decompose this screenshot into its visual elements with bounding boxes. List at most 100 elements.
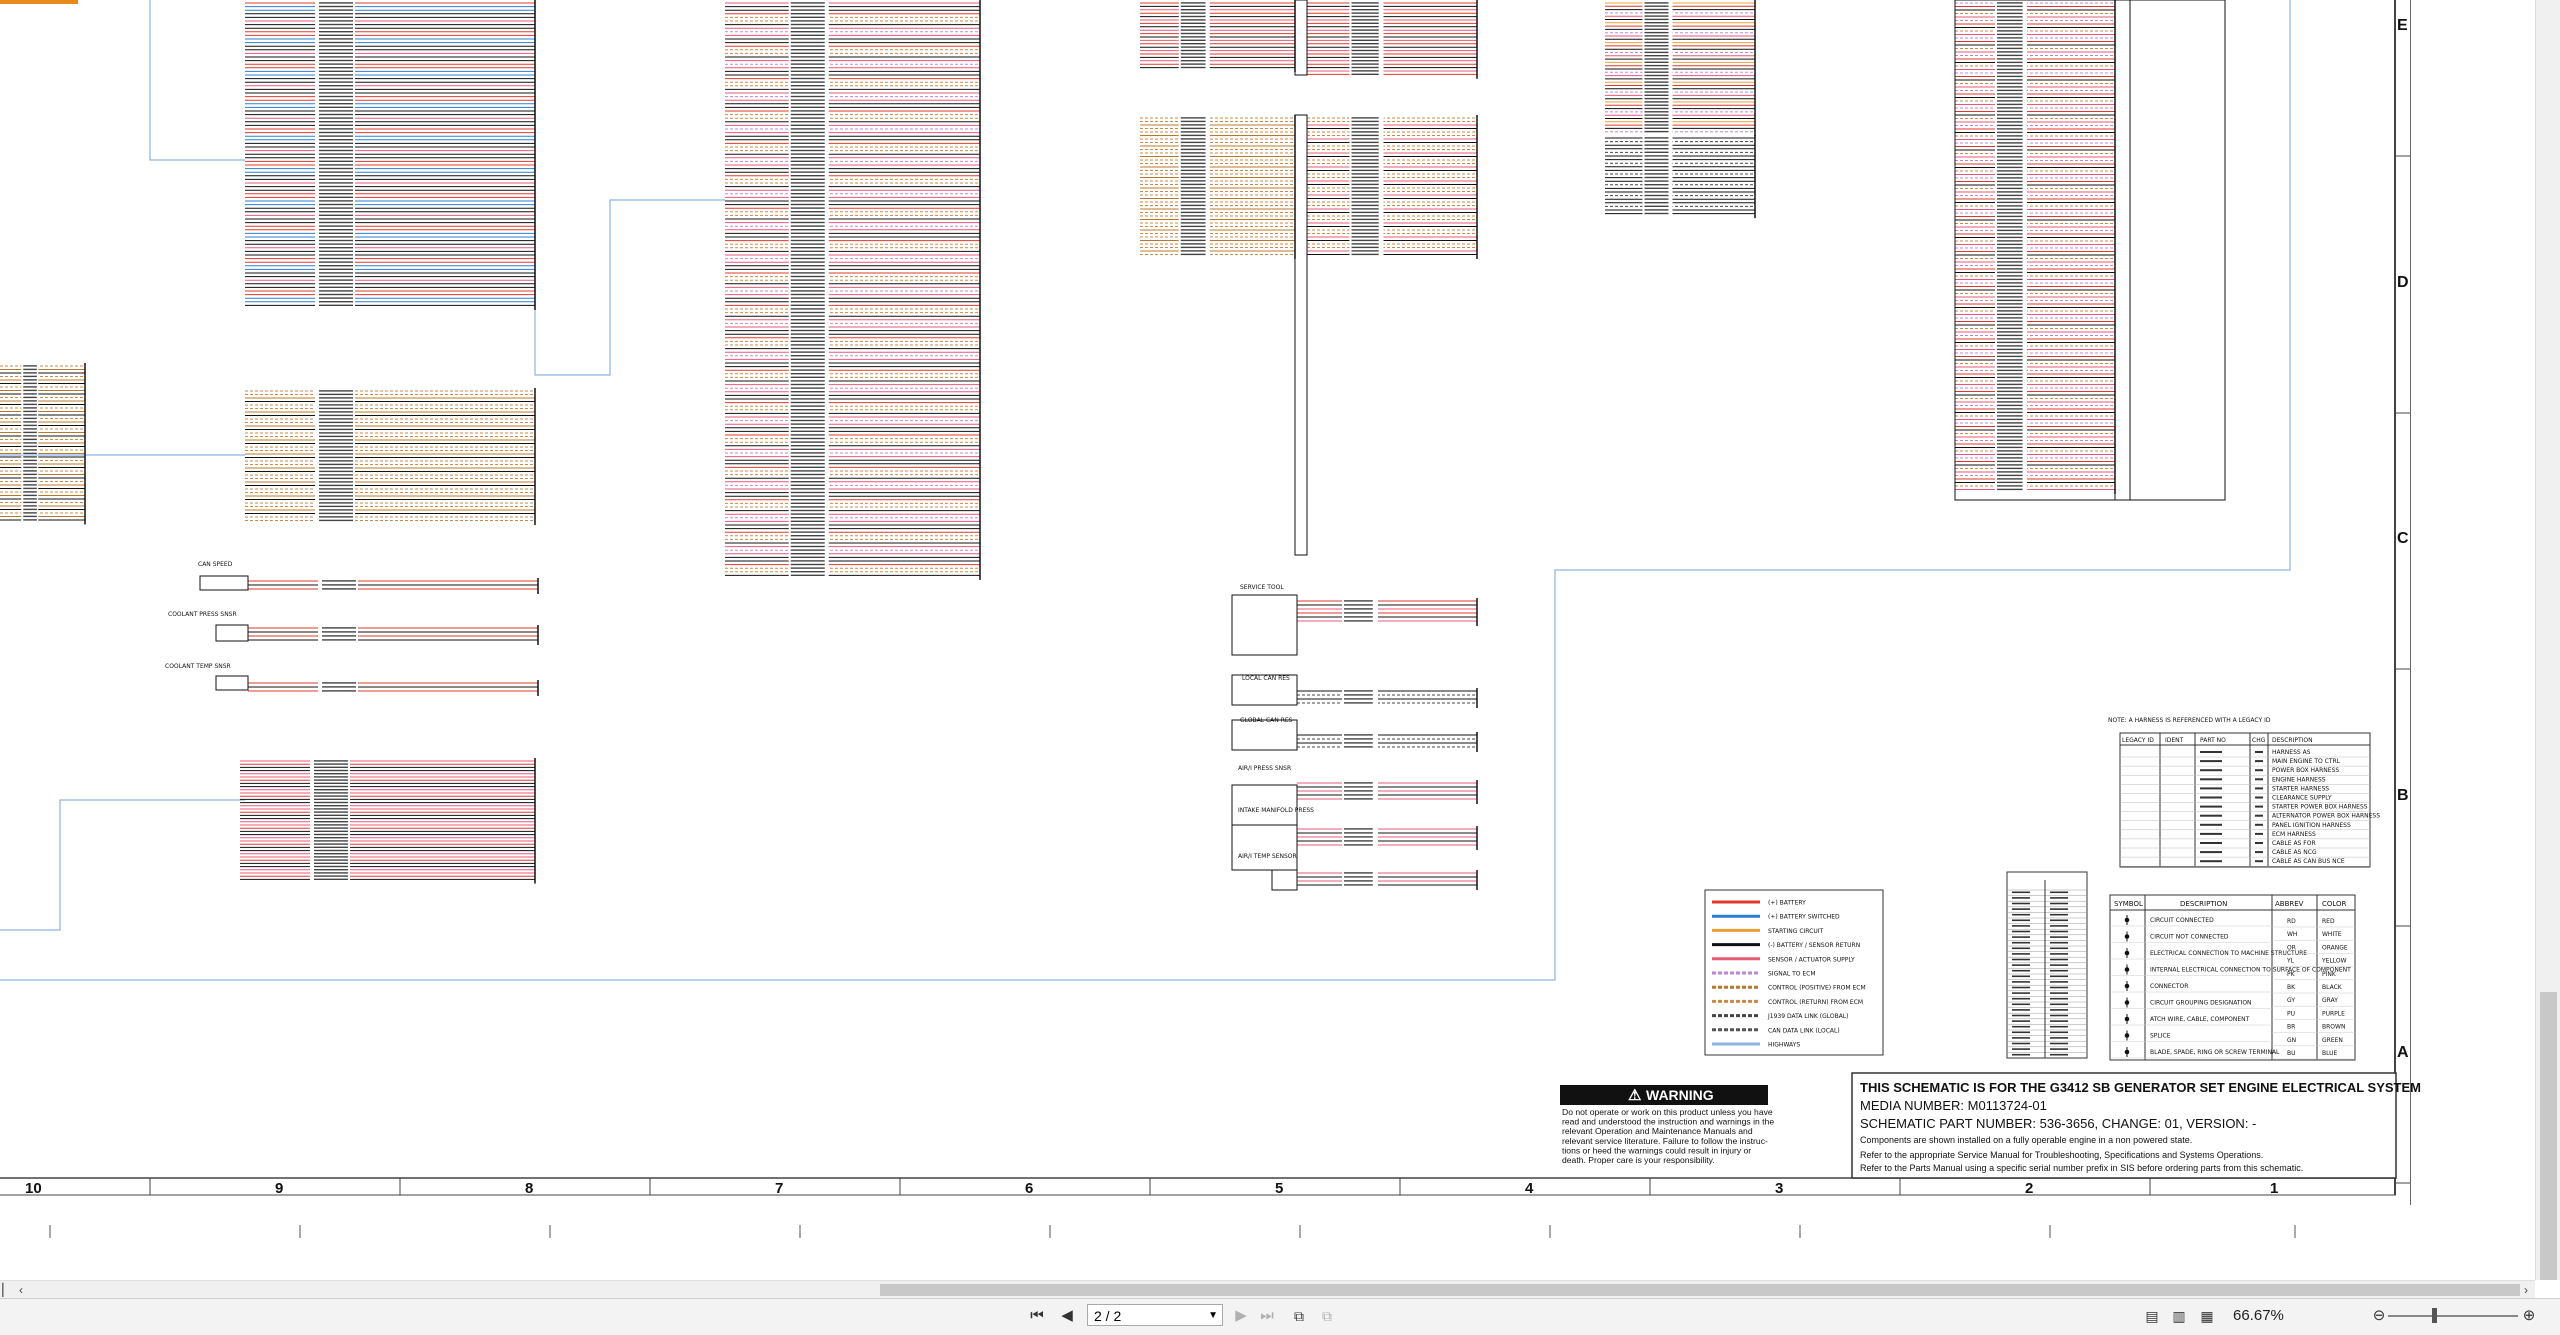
continuous-view-icon[interactable]: ▥: [2170, 1305, 2188, 1327]
wire-label: [790, 347, 825, 350]
wire-label: [1351, 148, 1379, 151]
wire-label: [1180, 46, 1206, 48]
wire-label: [790, 383, 825, 386]
wire-label: [790, 95, 825, 98]
wire-label: [322, 627, 356, 629]
two-page-view-icon[interactable]: ▦: [2198, 1305, 2216, 1327]
wire-label: [1351, 32, 1379, 35]
wire-label: [790, 211, 825, 213]
scroll-right-icon[interactable]: ›: [2519, 1281, 2533, 1299]
wire-label: [319, 229, 353, 231]
document-viewport[interactable]: CAN SPEED COOLANT PRESS SNSR COOLANT TEM…: [0, 0, 2535, 1280]
wire-label: [314, 856, 348, 858]
wire-size-cell: [2050, 1048, 2068, 1050]
wire-label: [790, 13, 825, 15]
wire-label: [1644, 176, 1669, 179]
horizontal-scroll-thumb[interactable]: [880, 1284, 2520, 1296]
wire-label: [23, 445, 37, 448]
wire-label: [790, 196, 825, 198]
wire-label: [1644, 209, 1669, 211]
wire-label: [1351, 12, 1379, 14]
wire-label: [1997, 40, 2023, 43]
harness-part-cell: [2200, 787, 2222, 790]
wire-label: [1180, 232, 1206, 235]
fit-page-icon[interactable]: ⧉: [1290, 1305, 1308, 1327]
zoom-out-icon[interactable]: ⊖: [2370, 1305, 2388, 1327]
wire-label: [1344, 790, 1373, 792]
wire-label: [1180, 236, 1206, 238]
wire-size-cell: [2050, 1042, 2068, 1045]
scroll-left-bar-icon[interactable]: ▏: [0, 1281, 14, 1299]
wire-label: [1180, 53, 1206, 55]
wire-bundle: [1307, 0, 1478, 79]
zoom-slider[interactable]: [2388, 1315, 2518, 1317]
wire-label: [1180, 145, 1206, 147]
wire-label: [1997, 383, 2023, 386]
wire-label: [1351, 211, 1379, 214]
wire-label: [1180, 36, 1206, 38]
vertical-scroll-thumb[interactable]: [2540, 992, 2557, 1280]
chevron-down-icon[interactable]: ▼: [1208, 1305, 1218, 1327]
wire-bundle: [1955, 0, 2116, 494]
fit-width-icon[interactable]: ⧉: [1318, 1305, 1336, 1327]
part-no-header: PART NO: [2200, 737, 2226, 744]
zoom-slider-handle[interactable]: [2432, 1308, 2437, 1323]
wire-label: [790, 23, 825, 26]
wire-size-cell: [2012, 1037, 2030, 1039]
wire-bundle: [1297, 826, 1478, 850]
wire-label: [1644, 205, 1669, 207]
warning-text-line: read and understood the instruction and …: [1562, 1117, 1774, 1127]
last-page-icon[interactable]: ⏭: [1258, 1305, 1276, 1327]
zoom-in-icon[interactable]: ⊕: [2520, 1305, 2538, 1327]
wire-label: [790, 283, 825, 285]
wire-label: [1351, 60, 1379, 62]
wire-size-cell: [2050, 1031, 2068, 1034]
zoom-level[interactable]: 66.67%: [2233, 1307, 2284, 1324]
wire-label: [319, 498, 353, 501]
horizontal-scrollbar[interactable]: ▏ ‹ ›: [0, 1280, 2535, 1299]
first-page-icon[interactable]: ⏮: [1028, 1305, 1046, 1327]
wire-label: [1644, 41, 1669, 44]
wire-label: [790, 182, 825, 184]
wire-label: [1180, 187, 1206, 189]
wire-label: [790, 473, 825, 476]
wire-label: [23, 417, 37, 420]
wire-label: [1997, 429, 2023, 431]
wire-label: [319, 45, 353, 47]
wire-label: [1644, 212, 1669, 215]
wire-label: [1180, 29, 1206, 31]
wire-label: [1644, 38, 1669, 40]
wire-label: [1351, 53, 1379, 55]
wire-label: [319, 393, 353, 396]
wire-label: [790, 563, 825, 566]
wire-label: [23, 428, 37, 430]
wire-label: [1351, 152, 1379, 154]
wire-label: [1180, 176, 1206, 179]
next-page-icon[interactable]: ▶: [1232, 1305, 1250, 1327]
wire-label: [1344, 738, 1373, 740]
vertical-scrollbar[interactable]: [2535, 0, 2560, 1280]
wire-label: [1180, 66, 1206, 69]
wire-size-cell: [2012, 913, 2030, 916]
prev-page-icon[interactable]: ◀: [1058, 1305, 1076, 1327]
legend-label: CONTROL (POSITIVE) FROM ECM: [1768, 985, 1866, 992]
wire-label: [23, 501, 37, 504]
legend-label: SIGNAL TO ECM: [1768, 971, 1816, 978]
single-page-view-icon[interactable]: ▤: [2143, 1305, 2161, 1327]
wire-label: [319, 38, 353, 40]
page-number-field[interactable]: 2 / 2 ▼: [1087, 1304, 1223, 1326]
wire-label: [319, 13, 353, 15]
harness-description: ECM HARNESS: [2272, 831, 2316, 838]
scroll-left-icon[interactable]: ‹: [14, 1281, 28, 1299]
wire-bundle: [240, 758, 536, 884]
svg-text:COOLANT TEMP SNSR: COOLANT TEMP SNSR: [165, 663, 231, 670]
symbol-description: CIRCUIT GROUPING DESIGNATION: [2150, 1000, 2252, 1007]
wire-label: [790, 333, 825, 335]
wire-label: [1180, 148, 1206, 151]
wire-size-cell: [2050, 958, 2068, 961]
wire-label: [790, 430, 825, 432]
harness-description: ALTERNATOR POWER BOX HARNESS: [2272, 813, 2380, 820]
wire-label: [790, 157, 825, 159]
wire-label: [23, 491, 37, 493]
wire-label: [23, 449, 37, 451]
